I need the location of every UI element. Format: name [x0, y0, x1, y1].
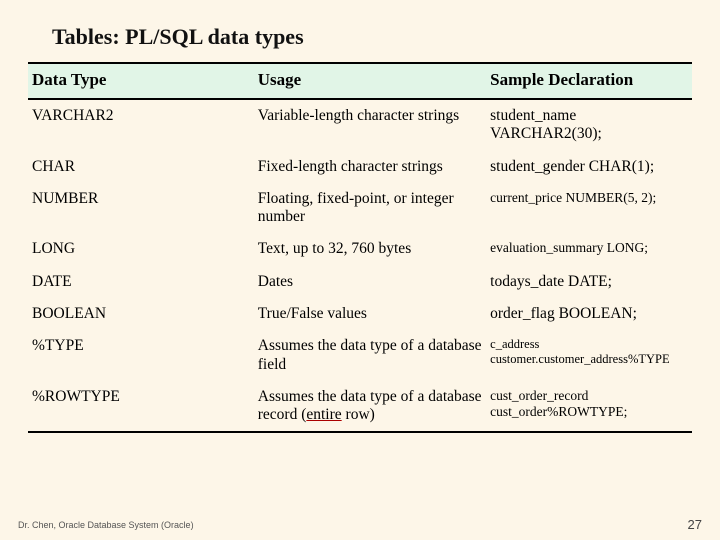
footer-author: Dr. Chen, Oracle Database System (Oracle…: [18, 520, 194, 530]
cell-type: DATE: [28, 266, 254, 298]
cell-sample: current_price NUMBER(5, 2);: [486, 183, 692, 234]
cell-type: %ROWTYPE: [28, 381, 254, 433]
cell-type: CHAR: [28, 151, 254, 183]
table-row: %ROWTYPE Assumes the data type of a data…: [28, 381, 692, 433]
table-row: %TYPE Assumes the data type of a databas…: [28, 330, 692, 381]
page-title: Tables: PL/SQL data types: [52, 24, 692, 50]
col-sample-decl: Sample Declaration: [486, 63, 692, 99]
usage-underline: entire: [306, 406, 341, 423]
cell-type: BOOLEAN: [28, 298, 254, 330]
cell-sample: c_address customer.customer_address%TYPE: [486, 330, 692, 381]
table-row: VARCHAR2 Variable-length character strin…: [28, 99, 692, 151]
cell-type: LONG: [28, 233, 254, 265]
cell-sample: student_name VARCHAR2(30);: [486, 99, 692, 151]
cell-usage: Floating, fixed-point, or integer number: [254, 183, 486, 234]
cell-usage: Variable-length character strings: [254, 99, 486, 151]
cell-usage: True/False values: [254, 298, 486, 330]
usage-post: row): [342, 406, 375, 423]
table-row: DATE Dates todays_date DATE;: [28, 266, 692, 298]
data-types-table: Data Type Usage Sample Declaration VARCH…: [28, 62, 692, 433]
table-row: NUMBER Floating, fixed-point, or integer…: [28, 183, 692, 234]
cell-sample: order_flag BOOLEAN;: [486, 298, 692, 330]
cell-usage: Dates: [254, 266, 486, 298]
slide: Tables: PL/SQL data types Data Type Usag…: [0, 0, 720, 540]
page-number: 27: [688, 517, 702, 532]
cell-sample: student_gender CHAR(1);: [486, 151, 692, 183]
cell-sample: todays_date DATE;: [486, 266, 692, 298]
table-row: BOOLEAN True/False values order_flag BOO…: [28, 298, 692, 330]
cell-usage: Fixed-length character strings: [254, 151, 486, 183]
cell-usage: Assumes the data type of a database reco…: [254, 381, 486, 433]
table-row: LONG Text, up to 32, 760 bytes evaluatio…: [28, 233, 692, 265]
table-header-row: Data Type Usage Sample Declaration: [28, 63, 692, 99]
cell-type: VARCHAR2: [28, 99, 254, 151]
cell-sample: evaluation_summary LONG;: [486, 233, 692, 265]
cell-usage: Assumes the data type of a database fiel…: [254, 330, 486, 381]
cell-usage: Text, up to 32, 760 bytes: [254, 233, 486, 265]
cell-type: %TYPE: [28, 330, 254, 381]
table-row: CHAR Fixed-length character strings stud…: [28, 151, 692, 183]
col-data-type: Data Type: [28, 63, 254, 99]
cell-type: NUMBER: [28, 183, 254, 234]
cell-sample: cust_order_record cust_order%ROWTYPE;: [486, 381, 692, 433]
col-usage: Usage: [254, 63, 486, 99]
